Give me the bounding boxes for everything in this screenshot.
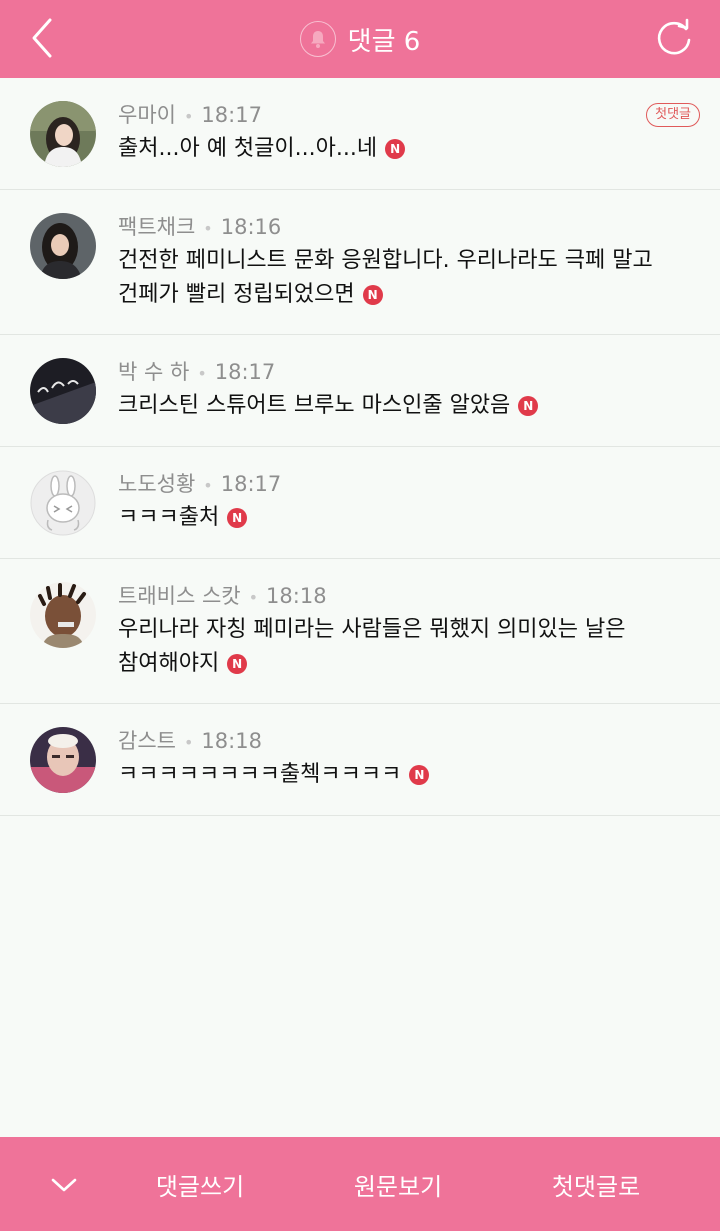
header-title-group: 댓글 6 xyxy=(0,0,720,78)
author-name[interactable]: 박 수 하 xyxy=(118,360,189,384)
new-badge-icon: N xyxy=(518,396,539,416)
write-comment-button[interactable]: 댓글쓰기 xyxy=(130,1137,270,1231)
view-original-button[interactable]: 원문보기 xyxy=(328,1137,468,1231)
comment-text-content: 출처...아 예 첫글이...아...네 xyxy=(118,136,378,161)
new-badge-icon: N xyxy=(385,139,406,159)
comment-meta: 감스트 • 18:18 xyxy=(118,726,700,756)
separator-dot: • xyxy=(183,107,194,126)
comment-text: 건전한 페미니스트 문화 응원합니다. 우리나라도 극페 말고 건페가 빨리 정… xyxy=(118,244,700,312)
new-badge-icon: N xyxy=(409,765,430,785)
bottom-bar: 댓글쓰기 원문보기 첫댓글로 xyxy=(0,1137,720,1231)
comment-text-content: 크리스틴 스튜어트 브루노 마스인줄 알았음 xyxy=(118,393,511,418)
comment-item[interactable]: 노도성황 • 18:17 ㅋㅋㅋ출처 N xyxy=(0,447,720,559)
comment-meta: 박 수 하 • 18:17 xyxy=(118,357,700,387)
author-name[interactable]: 팩트채크 xyxy=(118,215,195,239)
comment-text: 크리스틴 스튜어트 브루노 마스인줄 알았음 N xyxy=(118,389,700,423)
comment-meta: 노도성황 • 18:17 xyxy=(118,469,700,499)
comment-item[interactable]: 감스트 • 18:18 ㅋㅋㅋㅋㅋㅋㅋㅋ출첵ㅋㅋㅋㅋ N xyxy=(0,704,720,816)
refresh-icon xyxy=(657,18,691,55)
separator-dot: • xyxy=(203,219,213,238)
comment-time: 18:17 xyxy=(201,103,262,127)
avatar[interactable] xyxy=(30,582,96,648)
comment-text: ㅋㅋㅋㅋㅋㅋㅋㅋ출첵ㅋㅋㅋㅋ N xyxy=(118,758,700,792)
comment-item[interactable]: 트래비스 스캇 • 18:18 우리나라 자칭 페미라는 사람들은 뭐했지 의미있는… xyxy=(0,559,720,704)
separator-dot: • xyxy=(197,364,207,383)
separator-dot: • xyxy=(203,476,213,495)
comment-text-content: 우리나라 자칭 페미라는 사람들은 뭐했지 의미있는 날은 참여해야지 xyxy=(118,617,626,676)
comment-time: 18:18 xyxy=(201,729,262,753)
comment-text: 출처...아 예 첫글이...아...네 N xyxy=(118,132,700,166)
comment-text: 우리나라 자칭 페미라는 사람들은 뭐했지 의미있는 날은 참여해야지 N xyxy=(118,613,700,681)
comment-item[interactable]: 팩트채크 • 18:16 건전한 페미니스트 문화 응원합니다. 우리나라도 극페 … xyxy=(0,190,720,335)
comment-meta: 팩트채크 • 18:16 xyxy=(118,212,700,242)
separator-dot: • xyxy=(183,733,194,752)
comment-meta: 트래비스 스캇 • 18:18 xyxy=(118,581,700,611)
comment-time: 18:17 xyxy=(214,360,276,384)
separator-dot: • xyxy=(248,588,259,607)
comment-text-content: ㅋㅋㅋㅋㅋㅋㅋㅋ출첵ㅋㅋㅋㅋ xyxy=(118,762,402,787)
comment-meta: 우마이 • 18:17 xyxy=(118,100,700,130)
avatar[interactable] xyxy=(30,727,96,793)
comment-time: 18:18 xyxy=(266,584,327,608)
new-badge-icon: N xyxy=(227,508,248,528)
comment-item[interactable]: 박 수 하 • 18:17 크리스틴 스튜어트 브루노 마스인줄 알았음 N xyxy=(0,335,720,447)
comment-text-content: 건전한 페미니스트 문화 응원합니다. 우리나라도 극페 말고 건페가 빨리 정… xyxy=(118,248,653,307)
comment-time: 18:17 xyxy=(220,472,282,496)
author-name[interactable]: 우마이 xyxy=(118,103,176,127)
refresh-button[interactable] xyxy=(652,14,698,60)
avatar[interactable] xyxy=(30,470,96,536)
comment-text-content: ㅋㅋㅋ출처 xyxy=(118,505,220,530)
comment-time: 18:16 xyxy=(220,215,282,239)
avatar[interactable] xyxy=(30,101,96,167)
new-badge-icon: N xyxy=(362,285,383,305)
author-name[interactable]: 감스트 xyxy=(118,729,176,753)
avatar[interactable] xyxy=(30,213,96,279)
bell-icon xyxy=(310,31,325,48)
comment-item[interactable]: 우마이 • 18:17 출처...아 예 첫글이...아...네 N 첫댓글 xyxy=(0,78,720,190)
collapse-button[interactable] xyxy=(44,1165,84,1205)
go-first-comment-button[interactable]: 첫댓글로 xyxy=(526,1137,666,1231)
author-name[interactable]: 트래비스 스캇 xyxy=(118,584,241,608)
notification-toggle[interactable] xyxy=(299,21,336,57)
comment-text: ㅋㅋㅋ출처 N xyxy=(118,501,700,535)
new-badge-icon: N xyxy=(227,654,248,674)
avatar[interactable] xyxy=(30,358,96,424)
first-comment-tag: 첫댓글 xyxy=(646,103,700,127)
chevron-down-icon xyxy=(51,1178,77,1192)
comment-list: 우마이 • 18:17 출처...아 예 첫글이...아...네 N 첫댓글 팩트채크… xyxy=(0,78,720,816)
page-title: 댓글 6 xyxy=(347,26,421,57)
author-name[interactable]: 노도성황 xyxy=(118,472,195,496)
top-bar: 댓글 6 xyxy=(0,0,720,78)
